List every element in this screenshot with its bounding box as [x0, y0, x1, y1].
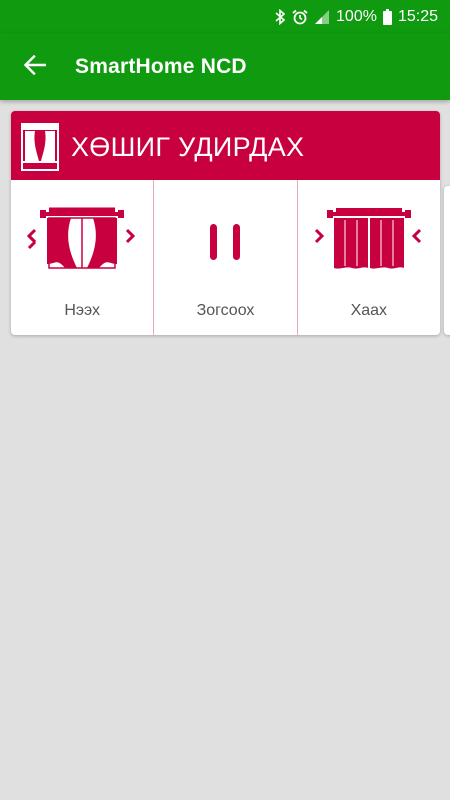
stop-label: Зогсоох [196, 302, 255, 319]
app-bar: SmartHome NCD [0, 33, 450, 100]
stop-button[interactable]: Зогсоох [153, 180, 296, 335]
control-row: Нээх Зогсоох Хаах [11, 180, 440, 335]
status-icons: 100% 15:25 [275, 0, 438, 33]
battery-percent: 100% [336, 7, 377, 25]
alarm-icon [292, 9, 308, 25]
open-label: Нээх [64, 302, 101, 319]
pause-icon [154, 206, 296, 278]
card-title: ХӨШИГ УДИРДАХ [71, 132, 305, 162]
app-title: SmartHome NCD [75, 55, 247, 78]
open-button[interactable]: Нээх [11, 180, 153, 335]
curtain-control-card: ХӨШИГ УДИРДАХ Нээх Зогсоох Хаах [11, 111, 440, 335]
battery-icon [382, 8, 392, 25]
curtain-icon [21, 123, 59, 176]
arrow-left-icon [23, 54, 47, 80]
close-button[interactable]: Хаах [296, 180, 440, 335]
curtain-open-icon [11, 206, 153, 278]
next-card-peek[interactable] [444, 186, 450, 335]
signal-icon [314, 9, 330, 25]
back-button[interactable] [18, 50, 52, 84]
card-header: ХӨШИГ УДИРДАХ [11, 111, 440, 180]
clock: 15:25 [397, 7, 438, 25]
close-label: Хаах [350, 302, 388, 319]
status-bar: 100% 15:25 [0, 0, 450, 33]
curtain-close-icon [298, 206, 440, 278]
bluetooth-icon [275, 8, 286, 25]
